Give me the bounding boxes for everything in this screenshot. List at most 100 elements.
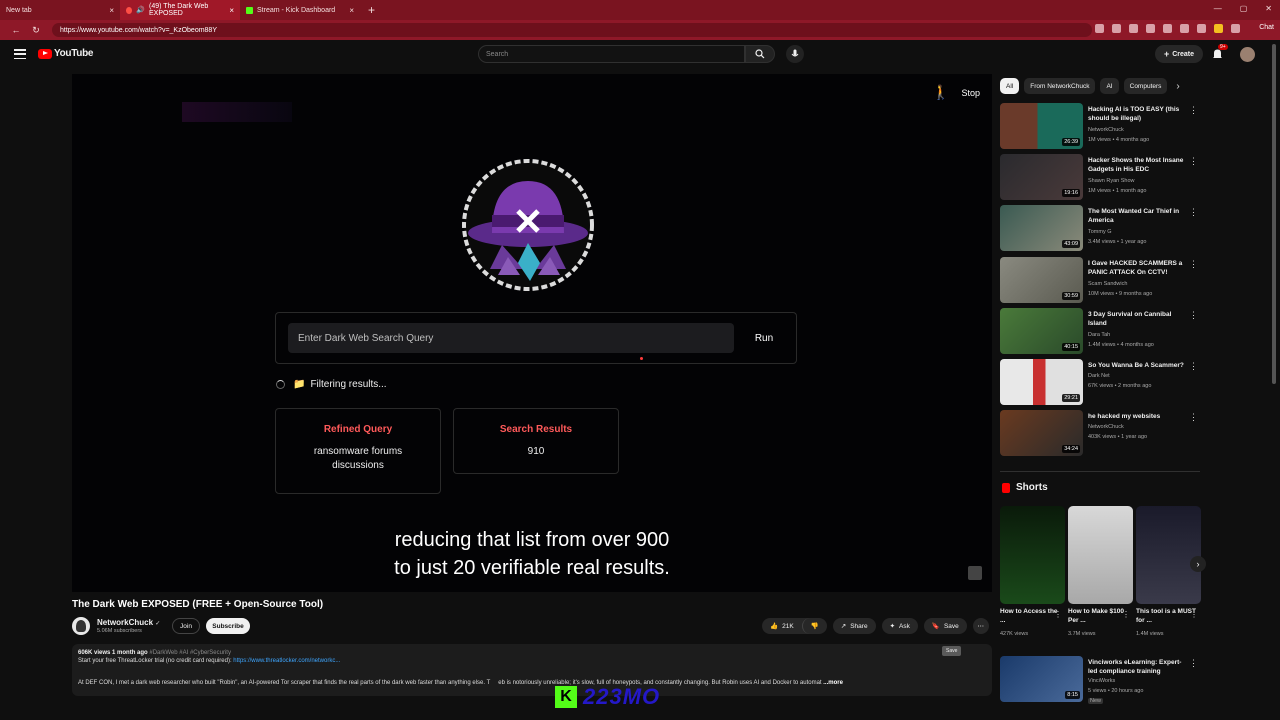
more-vertical-icon[interactable]: ⋮ (1189, 658, 1198, 669)
close-icon[interactable]: × (229, 6, 234, 15)
hashtags[interactable]: #DarkWeb #AI #CyberSecurity (149, 650, 231, 656)
ask-button[interactable]: ✦ Ask (881, 618, 918, 634)
dark-web-query-input[interactable]: Enter Dark Web Search Query (288, 323, 734, 353)
extension-icon[interactable] (1197, 24, 1206, 33)
recommended-video[interactable]: 19:16 Hacker Shows the Most Insane Gadge… (1000, 154, 1200, 200)
recommended-video[interactable]: 30:59 I Gave HACKED SCAMMERS a PANIC ATT… (1000, 257, 1200, 303)
channel-avatar[interactable] (72, 617, 90, 635)
stop-label[interactable]: Stop (961, 88, 980, 98)
search-input[interactable]: Search (478, 45, 745, 63)
join-button[interactable]: Join (172, 618, 200, 634)
tab-kick-dashboard[interactable]: Stream - Kick Dashboard × (240, 0, 360, 20)
recommended-video[interactable]: 34:24 he hacked my websites NetworkChuck… (1000, 410, 1200, 456)
more-vertical-icon[interactable]: ⋮ (1189, 361, 1198, 372)
video-title[interactable]: I Gave HACKED SCAMMERS a PANIC ATTACK On… (1088, 259, 1188, 277)
more-actions-button[interactable]: ⋯ (972, 618, 989, 634)
video-title[interactable]: So You Wanna Be A Scammer? (1088, 361, 1188, 370)
share-button[interactable]: ↗ Share (832, 618, 876, 634)
more-vertical-icon[interactable]: ⋮ (1189, 259, 1198, 270)
channel-name[interactable]: VinciWorks (1088, 678, 1115, 684)
video-title[interactable]: The Most Wanted Car Thief in America (1088, 207, 1188, 225)
video-title[interactable]: Hacking AI is TOO EASY (this should be i… (1088, 105, 1188, 123)
video-title[interactable]: 3 Day Survival on Cannibal Island (1088, 310, 1188, 328)
like-button[interactable]: 👍 21K (762, 618, 802, 634)
run-button[interactable]: Run (742, 323, 786, 353)
maximize-icon[interactable]: ▢ (1240, 4, 1248, 13)
youtube-logo[interactable]: YouTube (38, 48, 94, 59)
more-vertical-icon[interactable]: ⋮ (1054, 610, 1062, 619)
stop-control[interactable]: 🚶 Stop (932, 84, 980, 101)
short-thumbnail[interactable] (1136, 506, 1201, 604)
more-vertical-icon[interactable]: ⋮ (1190, 610, 1198, 619)
description-box[interactable]: 606K views 1 month ago #DarkWeb #AI #Cyb… (72, 644, 992, 696)
sponsored-video[interactable]: 8:15 Vinciworks eLearning: Expert-led co… (1000, 656, 1200, 708)
extension-icon[interactable] (1146, 24, 1155, 33)
video-thumbnail[interactable]: 8:15 (1000, 656, 1083, 702)
dislike-button[interactable]: 👎 (801, 618, 827, 634)
video-thumbnail[interactable]: 29:21 (1000, 359, 1083, 405)
recommended-video[interactable]: 40:15 3 Day Survival on Cannibal Island … (1000, 308, 1200, 354)
more-vertical-icon[interactable]: ⋮ (1189, 207, 1198, 218)
video-thumbnail[interactable]: 43:09 (1000, 205, 1083, 251)
channel-name[interactable]: NetworkChuck (1088, 127, 1124, 133)
more-vertical-icon[interactable]: ⋮ (1189, 156, 1198, 167)
short-title[interactable]: This tool is a MUST for ... (1136, 607, 1196, 625)
minimize-icon[interactable]: — (1214, 4, 1222, 13)
notifications-button[interactable]: 9+ (1212, 44, 1228, 65)
video-thumbnail[interactable]: 19:16 (1000, 154, 1083, 200)
video-title[interactable]: Vinciworks eLearning: Expert-led complia… (1088, 658, 1188, 676)
chip-computers[interactable]: Computers (1123, 78, 1168, 94)
more-vertical-icon[interactable]: ⋮ (1122, 610, 1130, 619)
channel-name[interactable]: NetworkChuck (1088, 424, 1124, 430)
short-title[interactable]: How to Make $100 Per ... (1068, 607, 1128, 625)
video-title[interactable]: Hacker Shows the Most Insane Gadgets in … (1088, 156, 1188, 174)
extension-icon[interactable] (1095, 24, 1104, 33)
channel-name[interactable]: Dara Tah (1088, 332, 1110, 338)
chip-ai[interactable]: AI (1100, 78, 1119, 94)
new-tab-plus-icon[interactable]: + (368, 3, 375, 17)
close-icon[interactable]: × (109, 6, 114, 15)
description-link[interactable]: https://www.threatlocker.com/networkc... (233, 658, 340, 664)
chevron-right-icon[interactable]: › (1176, 81, 1179, 92)
video-thumbnail[interactable]: 40:15 (1000, 308, 1083, 354)
extension-icon[interactable] (1231, 24, 1240, 33)
video-thumbnail[interactable]: 34:24 (1000, 410, 1083, 456)
video-thumbnail[interactable]: 30:59 (1000, 257, 1083, 303)
channel-name[interactable]: Tommy G (1088, 229, 1112, 235)
short-thumbnail[interactable] (1068, 506, 1133, 604)
create-button[interactable]: + Create (1155, 45, 1203, 63)
channel-name[interactable]: Scam Sandwich (1088, 281, 1127, 287)
channel-name[interactable]: Dark Net (1088, 373, 1110, 379)
short-title[interactable]: How to Access the ... (1000, 607, 1060, 625)
account-avatar[interactable] (1240, 47, 1255, 62)
chevron-right-icon[interactable]: › (1190, 556, 1206, 572)
extension-icon[interactable] (1180, 24, 1189, 33)
extension-icon[interactable] (1112, 24, 1121, 33)
video-title[interactable]: he hacked my websites (1088, 412, 1188, 421)
close-icon[interactable]: × (349, 6, 354, 15)
video-thumbnail[interactable]: 26:39 (1000, 103, 1083, 149)
chip-from-networkchuck[interactable]: From NetworkChuck (1024, 78, 1096, 94)
short-thumbnail[interactable] (1000, 506, 1065, 604)
recommended-video[interactable]: 43:09 The Most Wanted Car Thief in Ameri… (1000, 205, 1200, 251)
search-button[interactable] (745, 45, 775, 63)
url-field[interactable]: https://www.youtube.com/watch?v=_KzObeom… (52, 23, 1092, 37)
accessibility-person-icon[interactable]: 🚶 (932, 84, 949, 101)
more-vertical-icon[interactable]: ⋮ (1189, 412, 1198, 423)
recommended-video[interactable]: 26:39 Hacking AI is TOO EASY (this shoul… (1000, 103, 1200, 149)
chip-all[interactable]: All (1000, 78, 1020, 94)
recommended-video[interactable]: 29:21 So You Wanna Be A Scammer? Dark Ne… (1000, 359, 1200, 405)
voice-search-button[interactable] (786, 45, 804, 63)
tab-new-tab[interactable]: New tab × (0, 0, 120, 20)
tab-youtube-video[interactable]: 🔊 (49) The Dark Web EXPOSED × (120, 0, 240, 20)
extension-icon[interactable] (1129, 24, 1138, 33)
extension-icon[interactable] (1163, 24, 1172, 33)
save-button[interactable]: 🔖 Save (923, 618, 967, 634)
more-vertical-icon[interactable]: ⋮ (1189, 310, 1198, 321)
close-window-icon[interactable]: ✕ (1265, 4, 1272, 13)
channel-name[interactable]: NetworkChuck ✓ (97, 618, 160, 627)
show-more-link[interactable]: ...more (823, 680, 843, 686)
video-player[interactable]: 🚶 Stop Enter Dark Web Search Query Run 📁… (72, 74, 992, 592)
channel-name[interactable]: Shawn Ryan Show (1088, 178, 1134, 184)
reload-icon[interactable]: ↻ (26, 25, 46, 36)
